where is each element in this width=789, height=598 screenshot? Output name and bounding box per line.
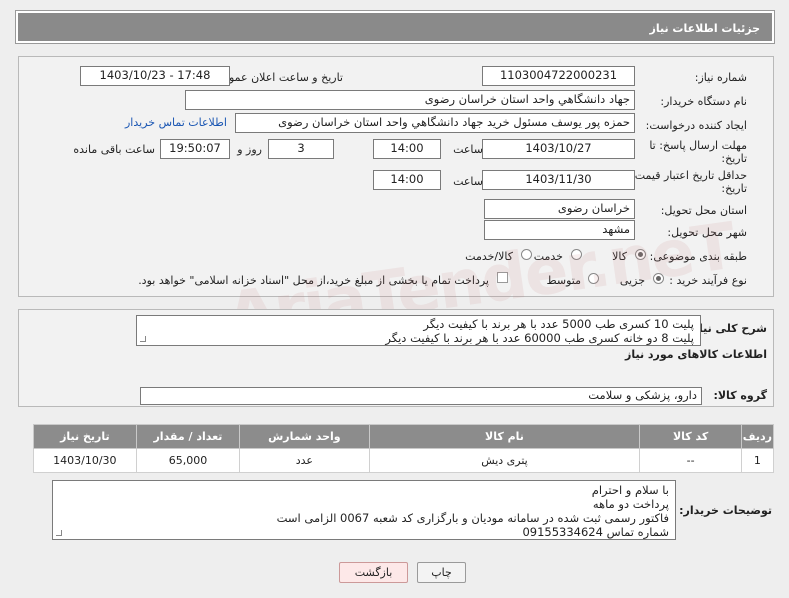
col-name-header: نام کالا	[368, 424, 641, 449]
category-option-goods-service: کالا/خدمت	[465, 250, 513, 263]
process-type-label: نوع فرآیند خرید :	[669, 274, 747, 287]
requester-label: ایجاد کننده درخواست:	[645, 119, 747, 132]
general-desc-field: پلیت 10 کسری طب 5000 عدد با هر برند با ک…	[136, 315, 701, 346]
cell-row: 1	[740, 448, 775, 473]
category-radio-goods-service[interactable]	[521, 249, 532, 260]
process-option-medium: متوسط	[546, 274, 581, 287]
need-number-field: 1103004722000231	[482, 66, 635, 86]
cell-code: --	[639, 448, 742, 473]
buyer-notes-label: توضیحات خریدار:	[679, 504, 772, 517]
send-deadline-label: مهلت ارسال پاسخ: تا	[649, 139, 747, 152]
goods-section-title: اطلاعات کالاهای مورد نیاز	[625, 348, 767, 361]
buyer-notes-line-2: پرداخت دو ماهه	[592, 497, 669, 511]
delivery-province-label: استان محل تحویل:	[660, 204, 747, 217]
treasury-payment-note: پرداخت تمام یا بخشی از مبلغ خرید،از محل …	[138, 274, 489, 287]
col-qty-header: تعداد / مقدار	[135, 424, 241, 449]
send-deadline-label-date: تاریخ:	[721, 152, 747, 165]
announce-datetime-field: 1403/10/23 - 17:48	[80, 66, 230, 86]
category-radio-goods[interactable]	[635, 249, 646, 260]
cell-qty: 65,000	[135, 448, 241, 473]
price-validity-label: حداقل تاریخ اعتبار قیمت: تا	[621, 169, 747, 182]
goods-group-label: گروه کالا:	[713, 389, 767, 402]
delivery-city-field: مشهد	[484, 220, 635, 240]
delivery-province-field: خراسان رضوی	[484, 199, 635, 219]
print-button[interactable]: چاپ	[417, 562, 466, 583]
resize-grip-icon[interactable]	[56, 530, 62, 536]
header-bar: جزئیات اطلاعات نیاز	[18, 13, 772, 41]
goods-table-header-row: ردیف کد کالا نام کالا واحد شمارش تعداد /…	[33, 424, 775, 449]
process-option-minor: جزیی	[619, 274, 645, 287]
remaining-days-field: 3	[268, 139, 334, 159]
buyer-notes-line-1: با سلام و احترام	[591, 483, 669, 497]
buyer-notes-line-3: فاکتور رسمی ثبت شده در سامانه مودیان و ب…	[276, 511, 669, 525]
buyer-org-label: نام دستگاه خریدار:	[660, 95, 747, 108]
send-deadline-date-field: 1403/10/27	[482, 139, 635, 159]
table-row: 1 -- پتری دیش عدد 65,000 1403/10/30	[33, 448, 775, 473]
general-desc-line-1: پلیت 10 کسری طب 5000 عدد با هر برند با ک…	[423, 317, 694, 331]
buyer-contact-link[interactable]: اطلاعات تماس خریدار	[125, 116, 227, 129]
cell-date: 1403/10/30	[33, 448, 137, 473]
price-validity-time-label: ساعت	[453, 175, 483, 188]
days-label: روز و	[237, 143, 262, 156]
buyer-org-field: جهاد دانشگاهي واحد استان خراسان رضوی	[185, 90, 635, 110]
process-radio-minor[interactable]	[653, 273, 664, 284]
col-unit-header: واحد شمارش	[239, 424, 370, 449]
col-date-header: تاریخ نیاز	[33, 424, 137, 449]
category-option-goods: کالا	[612, 250, 627, 263]
remaining-time-field: 19:50:07	[160, 139, 230, 159]
category-option-service: خدمت	[533, 250, 563, 263]
cell-name: پتری دیش	[368, 448, 641, 473]
cell-unit: عدد	[239, 448, 370, 473]
process-radio-medium[interactable]	[588, 273, 599, 284]
buyer-notes-field: با سلام و احترام پرداخت دو ماهه فاکتور ر…	[52, 480, 676, 540]
col-row-header: ردیف	[740, 424, 775, 449]
category-label: طبقه بندی موضوعی:	[649, 250, 747, 263]
delivery-city-label: شهر محل تحویل:	[667, 226, 747, 239]
requester-field: حمزه پور یوسف مسئول خرید جهاد دانشگاهي و…	[235, 113, 635, 133]
send-deadline-time-label: ساعت	[453, 143, 483, 156]
resize-grip-icon[interactable]	[140, 336, 146, 342]
need-number-label: شماره نیاز:	[694, 71, 747, 84]
price-validity-time-field: 14:00	[373, 170, 441, 190]
goods-group-field: دارو، پزشکی و سلامت	[140, 387, 702, 405]
category-radio-service[interactable]	[571, 249, 582, 260]
announce-datetime-label: تاریخ و ساعت اعلان عمومی:	[210, 71, 343, 84]
page-title: جزئیات اطلاعات نیاز	[649, 22, 761, 35]
goods-table: ردیف کد کالا نام کالا واحد شمارش تعداد /…	[33, 424, 775, 473]
treasury-payment-checkbox[interactable]	[497, 272, 508, 283]
send-deadline-time-field: 14:00	[373, 139, 441, 159]
col-code-header: کد کالا	[639, 424, 742, 449]
general-desc-line-2: پلیت 8 دو خانه کسری طب 60000 عدد با هر ب…	[385, 331, 694, 345]
price-validity-label-date: تاریخ:	[721, 182, 747, 195]
price-validity-date-field: 1403/11/30	[482, 170, 635, 190]
back-button[interactable]: بازگشت	[339, 562, 408, 583]
page-header: جزئیات اطلاعات نیاز	[15, 10, 775, 44]
buyer-notes-line-4: شماره تماس 09155334624	[522, 525, 669, 539]
remaining-time-label: ساعت باقی مانده	[73, 143, 155, 156]
